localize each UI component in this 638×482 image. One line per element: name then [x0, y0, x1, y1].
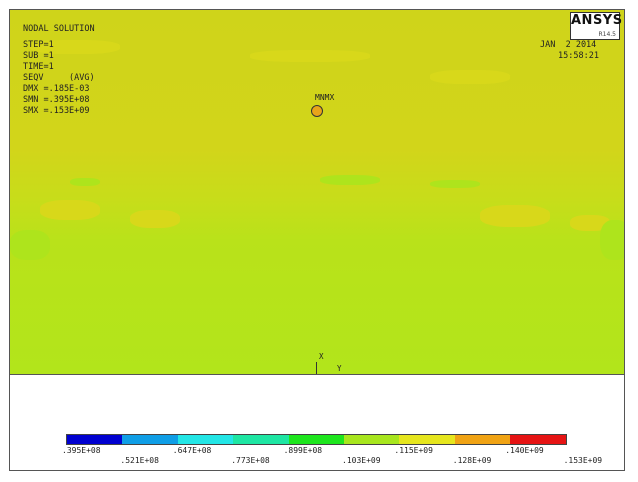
- ansys-logo: ANSYS R14.5: [570, 12, 623, 40]
- smx-label: SMX =.153E+09: [23, 106, 90, 116]
- legend-label-top: .647E+08: [172, 446, 212, 455]
- axis-y-label: Y: [337, 364, 342, 373]
- legend-segment: [399, 435, 455, 444]
- solution-title: NODAL SOLUTION: [23, 24, 95, 34]
- max-min-marker-label: MNMX: [315, 93, 335, 102]
- legend-segment: [233, 435, 289, 444]
- legend-label-top: .115E+09: [394, 446, 433, 455]
- result-viewport[interactable]: NODAL SOLUTION STEP=1 SUB =1 TIME=1 SEQV…: [9, 9, 625, 471]
- contour-patch: [480, 205, 550, 227]
- legend-label-top: .395E+08: [62, 446, 101, 455]
- legend-segment: [177, 435, 234, 444]
- logo-version: R14.5: [598, 31, 616, 38]
- contour-patch: [430, 70, 510, 84]
- contour-patch: [250, 50, 370, 62]
- contour-patch: [600, 220, 624, 260]
- legend-label-top: .140E+09: [505, 446, 544, 455]
- legend-segment: [122, 435, 178, 444]
- legend-segment: [288, 435, 344, 444]
- legend-segment: [343, 435, 400, 444]
- legend-label-bottom: .103E+09: [342, 456, 381, 465]
- time-stamp: 15:58:21: [558, 51, 599, 61]
- axis-x-label: X: [319, 352, 324, 361]
- legend-segment: [510, 435, 566, 444]
- legend-segment: [454, 435, 511, 444]
- time-label: TIME=1: [23, 62, 54, 72]
- contour-plot[interactable]: NODAL SOLUTION STEP=1 SUB =1 TIME=1 SEQV…: [10, 10, 624, 375]
- legend-label-bottom: .773E+08: [231, 456, 270, 465]
- legend-segment: [67, 435, 123, 444]
- contour-patch: [430, 180, 480, 188]
- contour-patch: [10, 230, 50, 260]
- smn-label: SMN =.395E+08: [23, 95, 90, 105]
- legend-label-bottom: .128E+09: [452, 456, 492, 465]
- color-legend: [66, 434, 567, 445]
- legend-label-top: .899E+08: [283, 446, 323, 455]
- date-label: JAN 2 2014: [540, 40, 597, 50]
- contour-patch: [70, 178, 100, 186]
- legend-label-bottom: .153E+09: [563, 456, 603, 465]
- sub-label: SUB =1: [23, 51, 54, 61]
- seqv-label: SEQV (AVG): [23, 73, 95, 83]
- dmx-label: DMX =.185E-03: [23, 84, 90, 94]
- max-stress-marker: [311, 105, 323, 117]
- contour-patch: [130, 210, 180, 228]
- contour-patch: [40, 200, 100, 220]
- step-label: STEP=1: [23, 40, 54, 50]
- axis-triad: [316, 362, 317, 374]
- contour-patch: [320, 175, 380, 185]
- legend-label-bottom: .521E+08: [120, 456, 159, 465]
- logo-name: ANSYS: [571, 13, 623, 28]
